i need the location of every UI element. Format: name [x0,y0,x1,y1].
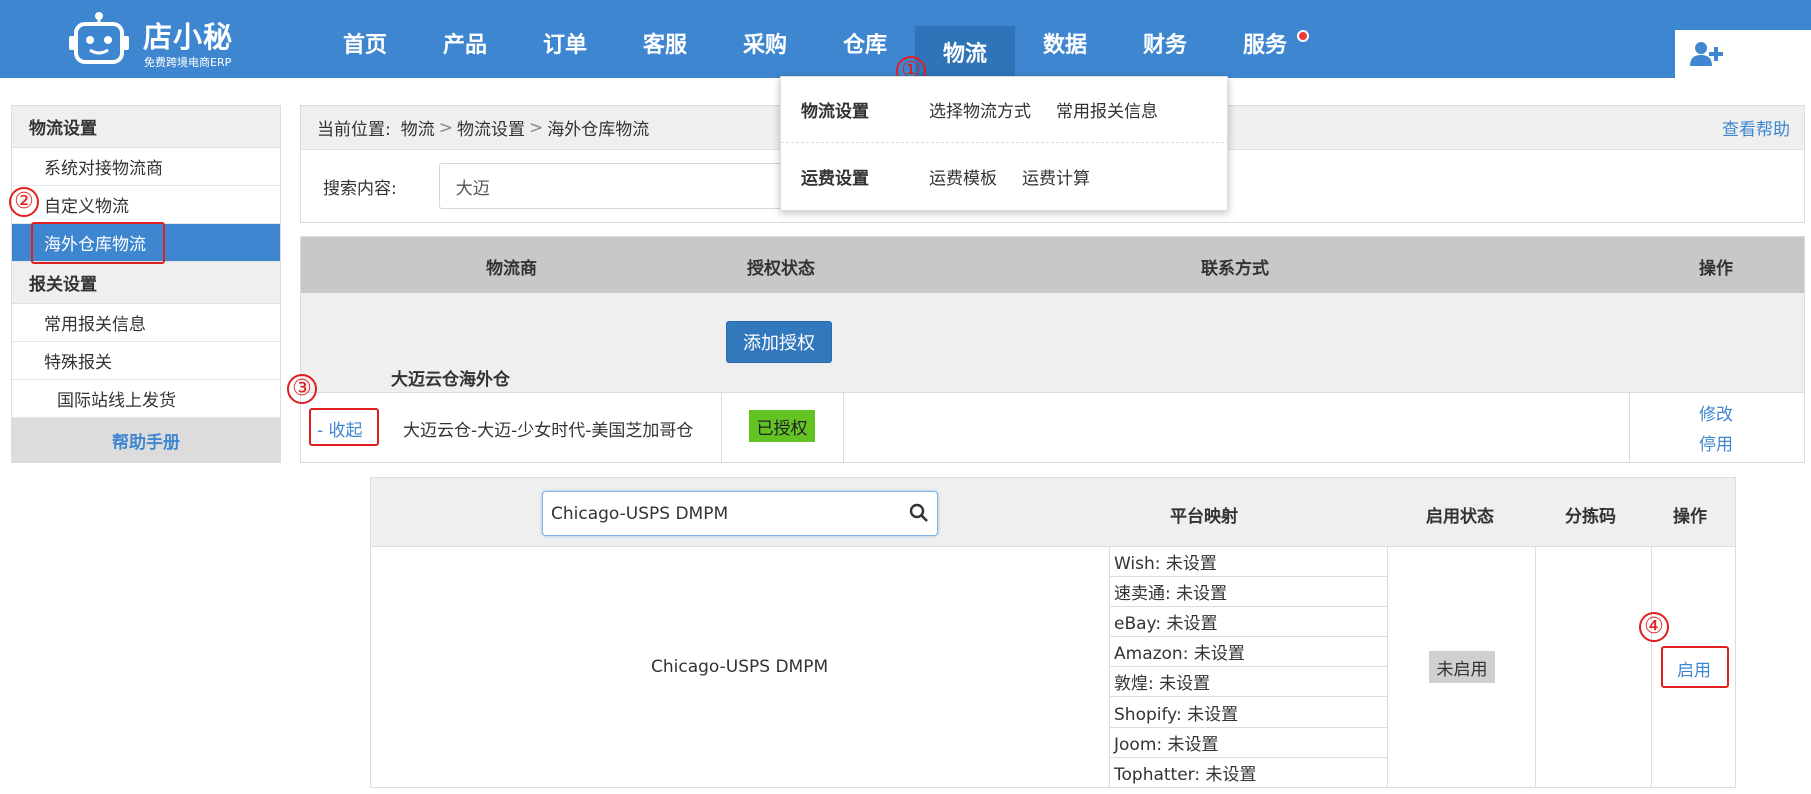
breadcrumb-item: 海外仓库物流 [547,120,650,140]
dropdown-title-freight-settings: 运费设置 [801,168,869,189]
view-help-link[interactable]: 查看帮助 [1722,115,1790,140]
header-platform-mapping: 平台映射 [1170,507,1238,527]
status-badge: 未启用 [1429,651,1495,683]
logo[interactable]: 店小秘 免费跨境电商ERP [68,8,248,70]
column-divider [1535,547,1536,788]
header-actions: 操作 [1699,259,1733,279]
column-divider [843,393,844,462]
nav-orders[interactable]: 订单 [515,0,615,78]
sidebar-item-custom-logistics[interactable]: 自定义物流 [12,186,280,224]
dropdown-link-freight-calc[interactable]: 运费计算 [1022,164,1090,189]
help-manual-button[interactable]: 帮助手册 [12,418,280,462]
sidebar-item-common-customs[interactable]: 常用报关信息 [12,304,280,342]
nav-home[interactable]: 首页 [315,0,415,78]
service-search-input[interactable] [551,500,891,528]
user-add-icon [1690,42,1723,66]
mapping-item: Joom: 未设置 [1109,728,1387,758]
edit-link[interactable]: 修改 [1699,400,1733,430]
dropdown-row-logistics-settings: 物流设置 选择物流方式 常用报关信息 [781,77,1229,143]
carrier-name: 大迈云仓海外仓 [391,370,510,390]
dropdown-row-freight-settings: 运费设置 运费模板 运费计算 [781,143,1229,209]
platform-mapping-list: Wish: 未设置 速卖通: 未设置 eBay: 未设置 Amazon: 未设置… [1109,547,1387,788]
nav-services[interactable]: 服务 [1215,0,1315,78]
sidebar: 物流设置 系统对接物流商 自定义物流 海外仓库物流 报关设置 常用报关信息 特殊… [11,105,281,463]
mapping-item: Tophatter: 未设置 [1114,765,1257,786]
nav-products[interactable]: 产品 [415,0,515,78]
user-menu[interactable] [1675,30,1811,78]
sidebar-item-system-carriers[interactable]: 系统对接物流商 [12,148,280,186]
column-divider [1629,393,1630,462]
breadcrumb-separator: > [438,117,453,138]
table-header: 物流商 授权状态 联系方式 操作 [301,237,1804,293]
service-row: Chicago-USPS DMPM Wish: 未设置 速卖通: 未设置 eBa… [371,547,1735,788]
row-actions: 修改 停用 [1699,400,1733,460]
main-nav: 首页 产品 订单 客服 采购 仓库 物流 数据 财务 服务 [315,0,1315,78]
breadcrumb-item[interactable]: 物流设置 [457,115,525,140]
table-row: - 收起 大迈云仓-大迈-少女时代-美国芝加哥仓 已授权 修改 停用 [301,393,1804,462]
mapping-item: eBay: 未设置 [1109,607,1387,638]
warehouse-name: 大迈云仓-大迈-少女时代-美国芝加哥仓 [403,421,694,441]
mapping-item: Wish: 未设置 [1109,547,1387,578]
breadcrumb-prefix: 当前位置: [317,120,391,140]
annotation-box-enable [1661,646,1729,688]
nav-finance[interactable]: 财务 [1115,0,1215,78]
header-actions: 操作 [1673,507,1707,527]
sidebar-item-special-customs[interactable]: 特殊报关 [12,342,280,380]
service-table: 平台映射 启用状态 分拣码 操作 Chicago-USPS DMPM Wish:… [370,477,1736,788]
dropdown-link-freight-template[interactable]: 运费模板 [929,164,997,189]
logistics-table: 物流商 授权状态 联系方式 操作 大迈云仓海外仓 添加授权 - 收起 大迈云仓-… [300,236,1805,463]
dropdown-link-customs-info[interactable]: 常用报关信息 [1056,97,1158,122]
annotation-number-3: ③ [287,374,317,404]
nav-data[interactable]: 数据 [1015,0,1115,78]
header-carrier: 物流商 [486,259,537,279]
header-contact: 联系方式 [1201,259,1269,279]
dropdown-title-logistics-settings: 物流设置 [801,102,869,122]
service-table-header: 平台映射 启用状态 分拣码 操作 [371,478,1735,547]
breadcrumb-separator: > [528,117,544,138]
header-auth-status: 授权状态 [747,259,815,279]
column-divider [1387,547,1388,788]
annotation-number-2: ② [9,187,39,217]
disable-link[interactable]: 停用 [1699,430,1733,460]
header-enable-status: 启用状态 [1426,507,1494,527]
notification-dot [1297,30,1309,42]
authorized-badge: 已授权 [749,410,815,442]
search-icon[interactable] [909,503,929,523]
service-name: Chicago-USPS DMPM [651,657,829,677]
nav-services-label: 服务 [1242,33,1287,58]
carrier-group: 大迈云仓海外仓 [301,293,1804,393]
mapping-item: 速卖通: 未设置 [1109,577,1387,608]
mapping-item: Amazon: 未设置 [1109,637,1387,668]
sidebar-item-intl-online-shipping[interactable]: 国际站线上发货 [12,380,280,418]
column-divider [721,393,722,462]
search-label: 搜索内容: [323,178,397,199]
service-search-box[interactable] [542,491,938,536]
nav-logistics[interactable]: 物流 [915,26,1015,76]
brand-slogan: 免费跨境电商ERP [144,56,232,69]
add-authorization-button[interactable]: 添加授权 [726,321,832,363]
robot-logo-icon [69,12,129,64]
logistics-dropdown: 物流设置 选择物流方式 常用报关信息 运费设置 运费模板 运费计算 [780,76,1229,211]
annotation-number-4: ④ [1639,612,1669,642]
nav-customer-service[interactable]: 客服 [615,0,715,78]
mapping-item: Shopify: 未设置 [1109,697,1387,728]
column-divider [1651,547,1652,788]
mapping-item: 敦煌: 未设置 [1109,667,1387,698]
nav-purchase[interactable]: 采购 [715,0,815,78]
annotation-box-overseas-warehouse [31,222,165,264]
header-sort-code: 分拣码 [1565,507,1616,527]
dropdown-link-select-method[interactable]: 选择物流方式 [929,97,1031,122]
brand-name: 店小秘 [143,20,234,54]
breadcrumb-item[interactable]: 物流 [401,115,435,140]
sidebar-section-logistics: 物流设置 [12,106,280,148]
annotation-box-collapse [309,408,379,446]
sidebar-section-customs: 报关设置 [12,262,280,304]
